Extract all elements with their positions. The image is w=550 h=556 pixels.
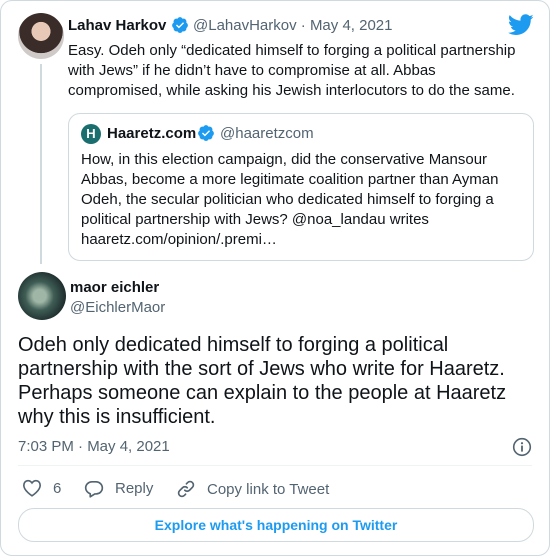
verified-badge-icon xyxy=(197,124,215,142)
reply-label: Reply xyxy=(115,480,154,497)
tweet-timestamp[interactable]: 7:03 PM · May 4, 2021 xyxy=(18,438,170,455)
reply-button[interactable]: Reply xyxy=(84,479,153,498)
quoted-handle: @haaretzcom xyxy=(220,125,314,142)
verified-badge-icon xyxy=(171,16,189,34)
link-icon xyxy=(176,479,196,499)
copy-link-label: Copy link to Tweet xyxy=(207,480,330,498)
copy-link-button[interactable]: Copy link to Tweet xyxy=(176,479,329,499)
like-count: 6 xyxy=(53,479,62,497)
explore-twitter-button[interactable]: Explore what's happening on Twitter xyxy=(18,508,534,542)
lahav-harkov-avatar[interactable] xyxy=(18,13,64,59)
reply-bubble-icon xyxy=(84,479,104,498)
thread-connector-line xyxy=(40,64,42,264)
like-button[interactable]: 6 xyxy=(22,479,61,497)
divider xyxy=(18,465,532,466)
parent-handle-date[interactable]: @LahavHarkov · May 4, 2021 xyxy=(193,17,393,34)
tweet-embed-card: Lahav Harkov @LahavHarkov · May 4, 2021 … xyxy=(0,0,550,556)
haaretz-avatar: H xyxy=(81,124,101,144)
twitter-bird-icon[interactable] xyxy=(508,14,534,36)
quoted-tweet-text: How, in this election campaign, did the … xyxy=(81,151,499,248)
heart-icon xyxy=(22,479,42,497)
parent-author-name[interactable]: Lahav Harkov xyxy=(68,17,166,34)
quoted-tweet[interactable]: H Haaretz.com @haaretzcom How, in this e… xyxy=(68,113,534,261)
maor-eichler-avatar[interactable] xyxy=(18,272,66,320)
parent-tweet-text: Easy. Odeh only “dedicated himself to fo… xyxy=(68,42,516,99)
quoted-author-name: Haaretz.com xyxy=(107,125,197,142)
main-author-handle[interactable]: @EichlerMaor xyxy=(70,299,165,316)
info-icon[interactable] xyxy=(512,437,532,457)
main-author-name[interactable]: maor eichler xyxy=(70,279,159,296)
main-tweet-text: Odeh only dedicated himself to forging a… xyxy=(18,334,507,428)
